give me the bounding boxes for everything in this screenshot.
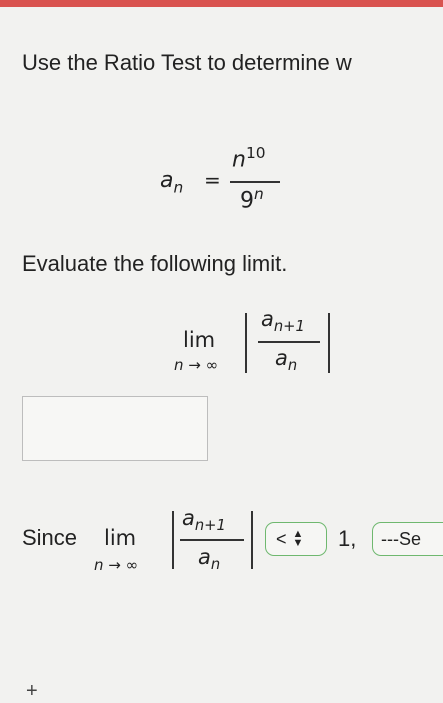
ratio-fraction-bar [180, 539, 244, 541]
lim-operator: lim [183, 328, 216, 352]
fraction-bar [230, 181, 280, 183]
abs-bar-right [251, 511, 253, 569]
lim-operator: lim [104, 526, 137, 550]
one-label: 1, [338, 526, 357, 551]
sequence-term: an [160, 168, 184, 197]
denominator: 9n [240, 185, 264, 214]
top-accent-bar [0, 0, 443, 7]
sequence-definition: an = n10 9n [160, 140, 300, 215]
since-label: Since [22, 525, 78, 550]
comparison-select[interactable]: < ▲ ▼ [265, 522, 327, 556]
lim-subscript: n → ∞ [174, 356, 219, 374]
comparison-value: < [276, 528, 287, 549]
abs-bar-left [245, 313, 247, 373]
ratio-fraction-bar [258, 341, 320, 343]
ratio-denominator: an [275, 346, 298, 375]
abs-bar-right [328, 313, 330, 373]
conclusion-select[interactable]: ---Se [372, 522, 443, 556]
ratio-numerator: an+1 [182, 506, 226, 535]
evaluate-label: Evaluate the following limit. [22, 251, 288, 276]
question-prompt: Use the Ratio Test to determine w [22, 50, 352, 75]
lim-subscript: n → ∞ [94, 556, 139, 574]
limit-answer-input[interactable] [22, 396, 208, 461]
abs-bar-left [172, 511, 174, 569]
ratio-numerator: an+1 [261, 307, 305, 336]
select-arrows-icon: ▲ ▼ [292, 528, 304, 549]
equals-sign: = [204, 168, 221, 192]
ratio-denominator: an [198, 545, 221, 574]
numerator: n10 [232, 144, 266, 173]
